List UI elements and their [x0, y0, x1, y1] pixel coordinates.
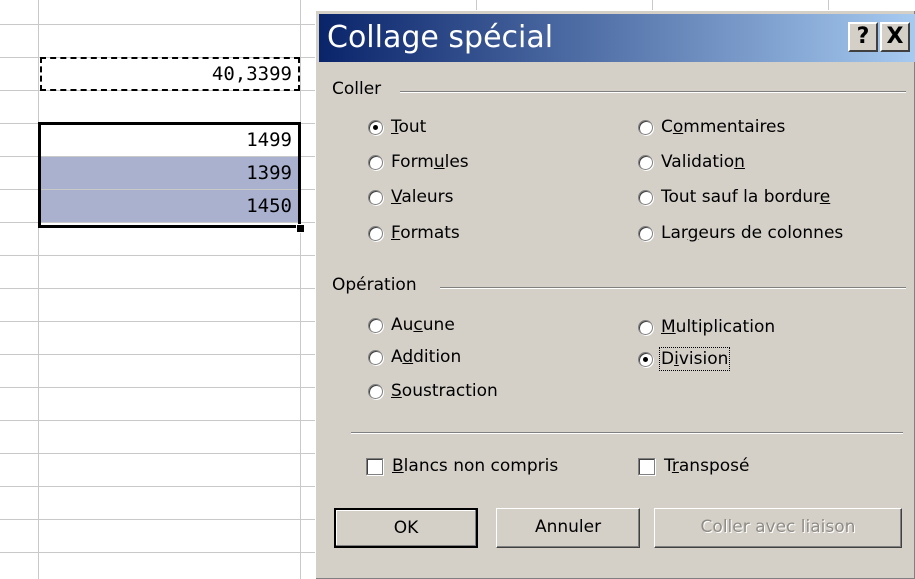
- option-label: Division: [658, 347, 731, 371]
- option-label: Formules: [391, 152, 469, 172]
- checkbox-icon: [366, 457, 383, 475]
- dialog-title: Collage spécial: [327, 20, 554, 55]
- fill-handle[interactable]: [296, 224, 305, 233]
- checkbox-blancs-non-compris[interactable]: Blancs non compris: [366, 456, 558, 476]
- option-label: Blancs non compris: [392, 456, 559, 476]
- cancel-button[interactable]: Annuler: [496, 508, 640, 548]
- radio-valeurs[interactable]: Valeurs: [368, 187, 454, 207]
- radio-icon: [638, 154, 653, 170]
- radio-addition[interactable]: Addition: [368, 347, 461, 367]
- paste-group-divider: [400, 91, 906, 93]
- dialog-titlebar[interactable]: Collage spécial ? X: [319, 14, 915, 62]
- radio-selected-icon: [638, 351, 653, 367]
- radio-icon: [368, 349, 383, 365]
- radio-icon: [638, 189, 653, 205]
- option-label: Valeurs: [391, 187, 454, 207]
- radio-tout[interactable]: Tout: [368, 117, 426, 137]
- radio-tout-sauf-bordure[interactable]: Tout sauf la bordure: [638, 187, 830, 207]
- operation-group-label: Opération: [332, 275, 417, 295]
- checkbox-transpose[interactable]: Transposé: [638, 456, 749, 476]
- radio-largeurs-colonnes[interactable]: Largeurs de colonnes: [638, 223, 843, 243]
- option-label: Soustraction: [391, 381, 498, 401]
- radio-icon: [638, 225, 653, 241]
- radio-icon: [368, 317, 383, 333]
- radio-validation[interactable]: Validation: [638, 152, 745, 172]
- option-label: Multiplication: [661, 317, 776, 337]
- radio-icon: [368, 225, 383, 241]
- option-label: Transposé: [664, 456, 750, 476]
- radio-commentaires[interactable]: Commentaires: [638, 117, 785, 137]
- copy-marquee: [40, 57, 300, 91]
- paste-special-dialog: Collage spécial ? X Coller Tout Formules…: [315, 10, 915, 579]
- option-label: Tout sauf la bordure: [661, 187, 831, 207]
- paste-group-label: Coller: [332, 79, 382, 99]
- radio-icon: [638, 319, 653, 335]
- dialog-separator: [351, 432, 903, 434]
- operation-group-divider: [440, 287, 906, 289]
- option-label: Commentaires: [661, 117, 786, 137]
- option-label: Validation: [661, 152, 745, 172]
- radio-icon: [368, 189, 383, 205]
- column-gridline: [38, 0, 39, 579]
- selection-range-border: [38, 122, 301, 228]
- paste-link-button[interactable]: Coller avec liaison: [654, 508, 902, 548]
- option-label: Addition: [391, 347, 462, 367]
- option-label: Aucune: [391, 315, 455, 335]
- radio-selected-icon: [368, 119, 383, 135]
- radio-icon: [368, 154, 383, 170]
- option-label: Tout: [391, 117, 427, 137]
- option-label: Formats: [391, 223, 460, 243]
- help-button[interactable]: ?: [848, 22, 878, 52]
- radio-aucune[interactable]: Aucune: [368, 315, 455, 335]
- column-gridline: [300, 0, 301, 579]
- radio-multiplication[interactable]: Multiplication: [638, 317, 775, 337]
- close-button[interactable]: X: [880, 22, 910, 52]
- radio-icon: [638, 119, 653, 135]
- radio-formats[interactable]: Formats: [368, 223, 460, 243]
- radio-icon: [368, 383, 383, 399]
- ok-button[interactable]: OK: [334, 508, 478, 548]
- radio-soustraction[interactable]: Soustraction: [368, 381, 498, 401]
- radio-division[interactable]: Division: [638, 347, 731, 371]
- radio-formules[interactable]: Formules: [368, 152, 469, 172]
- checkbox-icon: [638, 457, 655, 475]
- option-label: Largeurs de colonnes: [661, 223, 844, 243]
